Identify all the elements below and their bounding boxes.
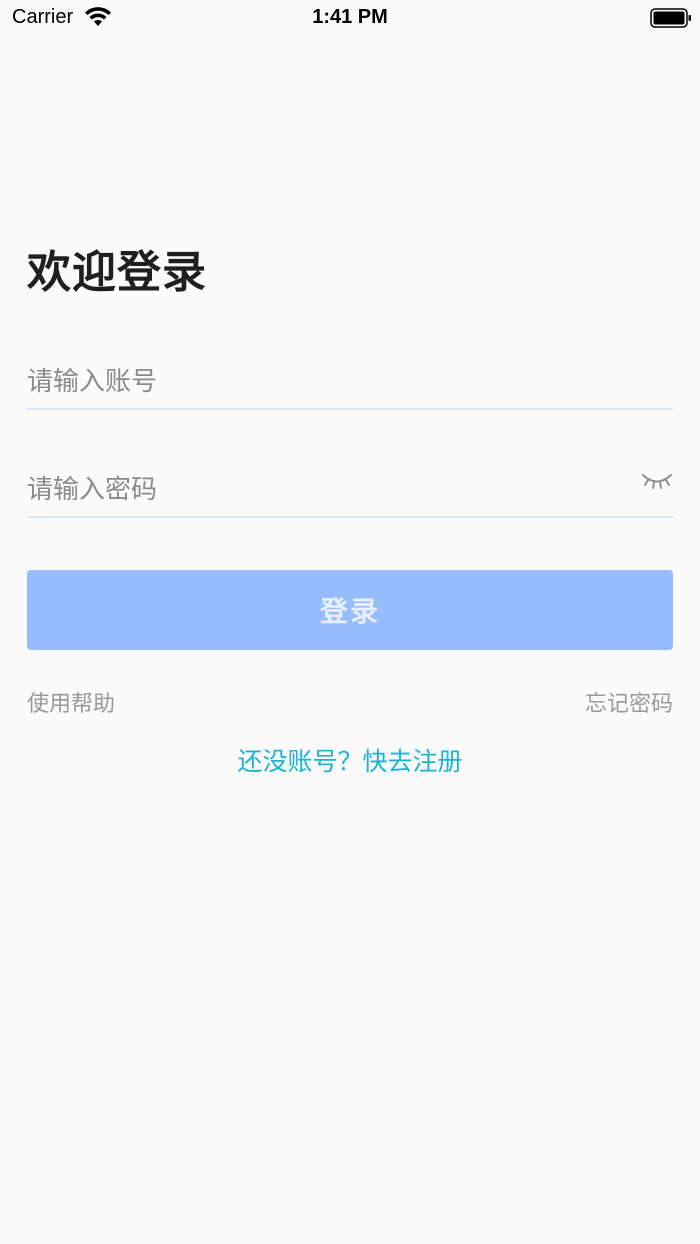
eye-closed-icon[interactable] <box>641 466 673 494</box>
password-field <box>27 462 673 518</box>
password-input[interactable] <box>27 462 627 518</box>
status-time: 1:41 PM <box>312 6 388 28</box>
page-title: 欢迎登录 <box>27 247 207 298</box>
help-link[interactable]: 使用帮助 <box>27 686 115 718</box>
login-button[interactable]: 登录 <box>27 570 673 650</box>
account-input[interactable] <box>27 354 627 410</box>
status-bar: Carrier 1:41 PM <box>0 0 700 40</box>
register-link[interactable]: 还没账号？快去注册 <box>0 742 700 778</box>
battery-icon <box>650 8 691 28</box>
account-field <box>27 354 673 410</box>
login-screen: Carrier 1:41 PM 欢迎登录 登录 使用帮助 忘记密码 还没账号？快… <box>0 0 700 1244</box>
forgot-password-link[interactable]: 忘记密码 <box>585 686 673 718</box>
